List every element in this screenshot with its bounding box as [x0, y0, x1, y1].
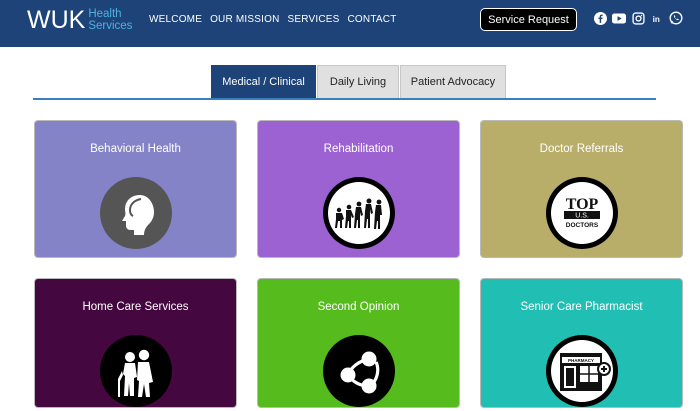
card-title: Doctor Referrals	[539, 143, 624, 155]
facebook-icon[interactable]	[593, 11, 607, 25]
instagram-icon[interactable]	[631, 11, 645, 25]
card-title: Second Opinion	[317, 301, 400, 313]
logo-sub-line-1: Health	[88, 8, 122, 20]
pharmacy-storefront-icon: PHARMACY	[546, 335, 618, 407]
card-title: Home Care Services	[82, 301, 189, 313]
card-rehabilitation[interactable]: Rehabilitation	[257, 120, 460, 258]
youtube-icon[interactable]	[612, 11, 626, 25]
top-label: TOP	[566, 196, 599, 213]
elderly-couple-icon	[100, 335, 172, 407]
card-home-care-services[interactable]: Home Care Services	[34, 278, 237, 408]
nav-our-mission[interactable]: OUR MISSION	[210, 14, 279, 26]
tab-underline	[33, 98, 656, 100]
walking-evolution-icon	[323, 177, 395, 249]
card-title: Senior Care Pharmacist	[520, 301, 643, 313]
service-tabs: Medical / Clinical Daily Living Patient …	[211, 65, 506, 99]
nav-welcome[interactable]: WELCOME	[149, 14, 202, 26]
card-second-opinion[interactable]: Second Opinion	[257, 278, 460, 408]
card-doctor-referrals[interactable]: Doctor Referrals TOP U.S. DOCTORS	[480, 120, 683, 258]
card-senior-care-pharmacist[interactable]: Senior Care Pharmacist PHARMACY	[480, 278, 683, 408]
linkedin-icon[interactable]: in	[650, 11, 664, 25]
nav-contact[interactable]: CONTACT	[348, 14, 397, 26]
us-label: U.S.	[575, 213, 589, 220]
card-behavioral-health[interactable]: Behavioral Health	[34, 120, 237, 258]
logo-subtitle: Health Services	[88, 8, 132, 32]
tab-patient-advocacy[interactable]: Patient Advocacy	[400, 65, 506, 99]
head-profile-icon	[100, 177, 172, 249]
whatsapp-icon[interactable]	[669, 11, 683, 25]
share-nodes-icon	[323, 335, 395, 407]
tab-daily-living[interactable]: Daily Living	[317, 65, 399, 99]
logo-sub-line-2: Services	[88, 20, 133, 32]
pharmacy-sign-label: PHARMACY	[568, 358, 594, 363]
service-request-button[interactable]: Service Request	[480, 8, 577, 31]
main-nav: WELCOME OUR MISSION SERVICES CONTACT	[149, 14, 397, 26]
card-title: Rehabilitation	[323, 143, 394, 155]
doctors-label: DOCTORS	[566, 222, 599, 229]
top-us-doctors-icon: TOP U.S. DOCTORS	[546, 177, 618, 249]
social-links: in	[593, 11, 683, 25]
logo-mark: WUK	[27, 6, 86, 34]
wuk-logo[interactable]: WUK Health Services	[27, 6, 132, 34]
nav-services[interactable]: SERVICES	[288, 14, 340, 26]
card-title: Behavioral Health	[90, 143, 181, 155]
svg-text:in: in	[652, 14, 659, 23]
tab-medical-clinical[interactable]: Medical / Clinical	[211, 65, 316, 99]
site-header: WUK Health Services WELCOME OUR MISSION …	[0, 0, 700, 47]
